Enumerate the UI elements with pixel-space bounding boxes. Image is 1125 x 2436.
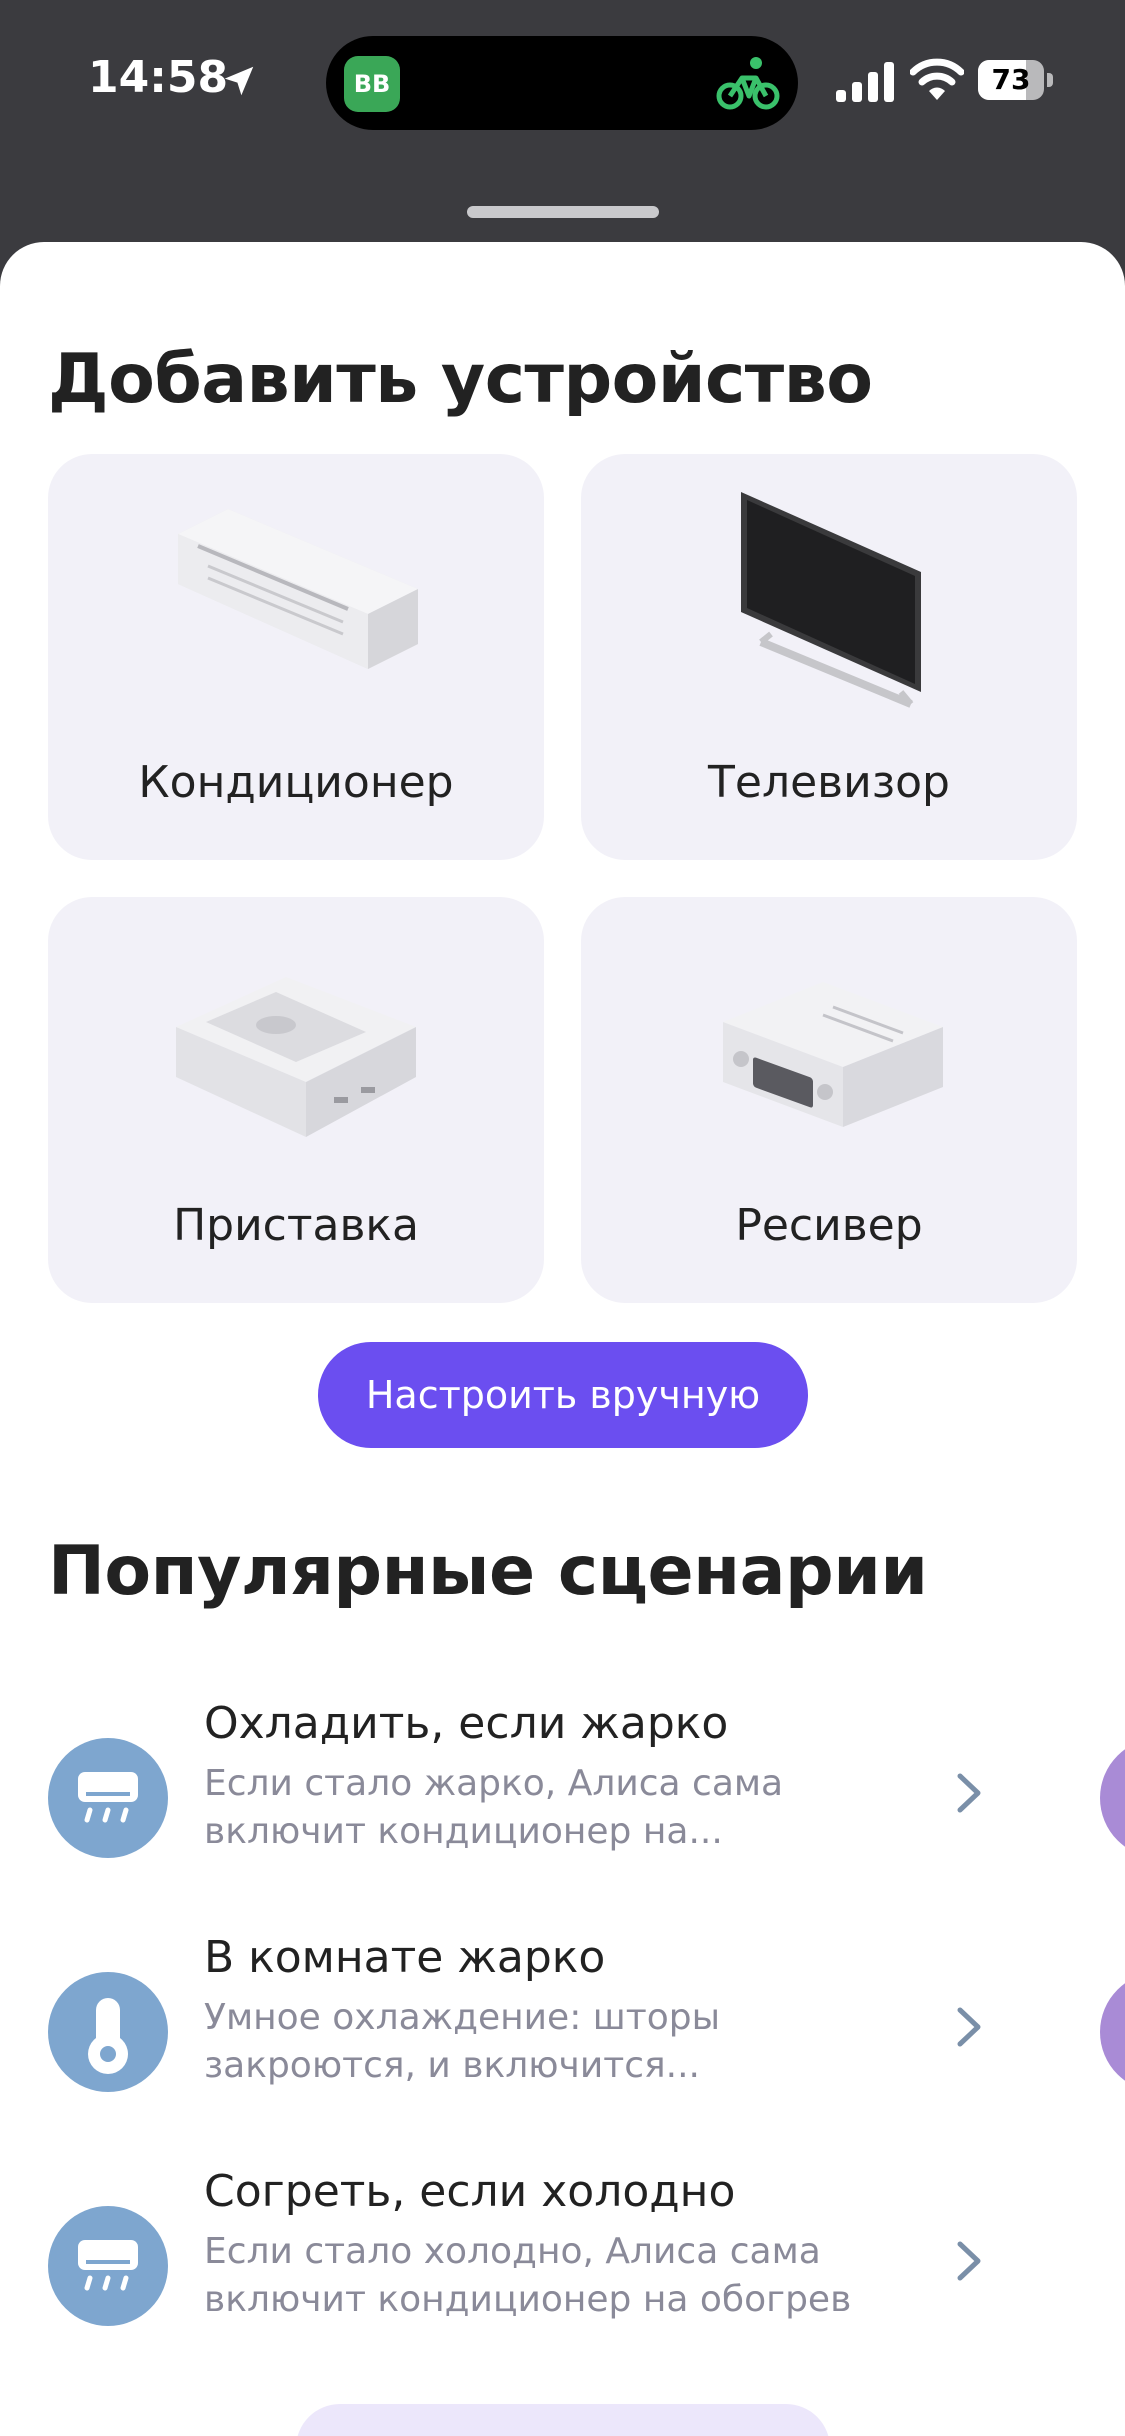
device-label: Телевизор [708,757,950,808]
chevron-right-icon [957,2241,981,2281]
dynamic-island: BB [326,36,798,130]
status-time: 14:58 [88,52,229,103]
scenario-item-cool[interactable]: Охладить, если жарко Если стало жарко, А… [0,1698,1125,1898]
scenario-item-room-hot[interactable]: В комнате жарко Умное охлаждение: шторы … [0,1932,1125,2132]
device-label: Ресивер [735,1200,923,1251]
wifi-icon [910,58,964,100]
scenario-description: Если стало жарко, Алиса сама включит кон… [204,1763,784,1852]
receiver-icon [723,982,943,1127]
location-arrow-icon [224,66,254,96]
scenario-title: Охладить, если жарко [204,1698,729,1749]
device-card-receiver[interactable]: Ресивер [581,897,1077,1303]
device-label: Кондиционер [138,757,454,808]
device-label: Приставка [173,1200,419,1251]
chevron-right-icon [957,1773,981,1813]
scenario-title: В комнате жарко [204,1932,606,1983]
thermometer-icon [48,1972,168,2092]
section-title: Популярные сценарии [48,1532,928,1611]
bottom-sheet: Добавить устройство Кондиционер Телевизо… [0,242,1125,2436]
bicycle-icon [716,57,780,110]
scenario-item-warm[interactable]: Согреть, если холодно Если стало холодно… [0,2166,1125,2366]
device-card-set-top-box[interactable]: Приставка [48,897,544,1303]
scenario-title: Согреть, если холодно [204,2166,736,2217]
app-badge-icon: BB [344,56,400,112]
manual-setup-button[interactable]: Настроить вручную [318,1342,808,1448]
air-conditioner-icon [48,1738,168,1858]
status-bar: 14:58 BB 73 [0,0,1125,160]
device-card-tv[interactable]: Телевизор [581,454,1077,860]
battery-icon: 73 [978,60,1056,100]
cellular-signal-icon [836,62,894,102]
next-card-peek[interactable] [1100,1738,1125,1858]
scenario-description: Если стало холодно, Алиса сама включит к… [204,2231,852,2320]
bottom-button-peek[interactable] [296,2404,830,2436]
chevron-right-icon [957,2007,981,2047]
tv-icon [741,492,921,708]
scenario-description: Умное охлаждение: шторы закроются, и вкл… [204,1997,720,2086]
page-title: Добавить устройство [48,340,873,419]
device-card-air-conditioner[interactable]: Кондиционер [48,454,544,860]
set-top-box-icon [176,977,416,1137]
air-conditioner-icon [178,509,418,669]
sheet-grabber[interactable] [467,206,659,218]
battery-level: 73 [991,63,1031,96]
next-card-peek[interactable] [1100,1972,1125,2092]
air-conditioner-icon [48,2206,168,2326]
